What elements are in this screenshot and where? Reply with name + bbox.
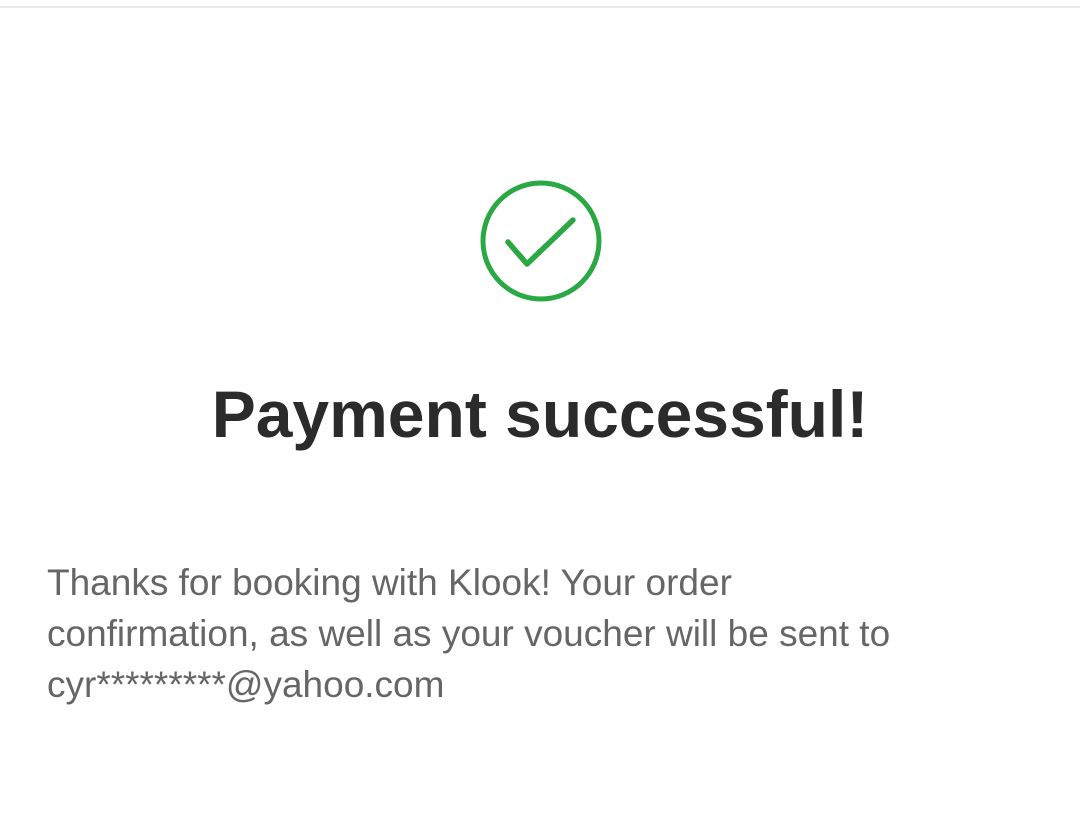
message-line-1: Thanks for booking with Klook! Your orde… (47, 562, 732, 603)
confirmation-message: Thanks for booking with Klook! Your orde… (47, 557, 1037, 710)
top-divider (0, 6, 1080, 8)
message-line-2: confirmation, as well as your voucher wi… (47, 613, 891, 654)
check-circle-icon (479, 179, 603, 303)
page-title: Payment successful! (211, 377, 869, 451)
masked-email: cyr*********@yahoo.com (47, 664, 445, 705)
